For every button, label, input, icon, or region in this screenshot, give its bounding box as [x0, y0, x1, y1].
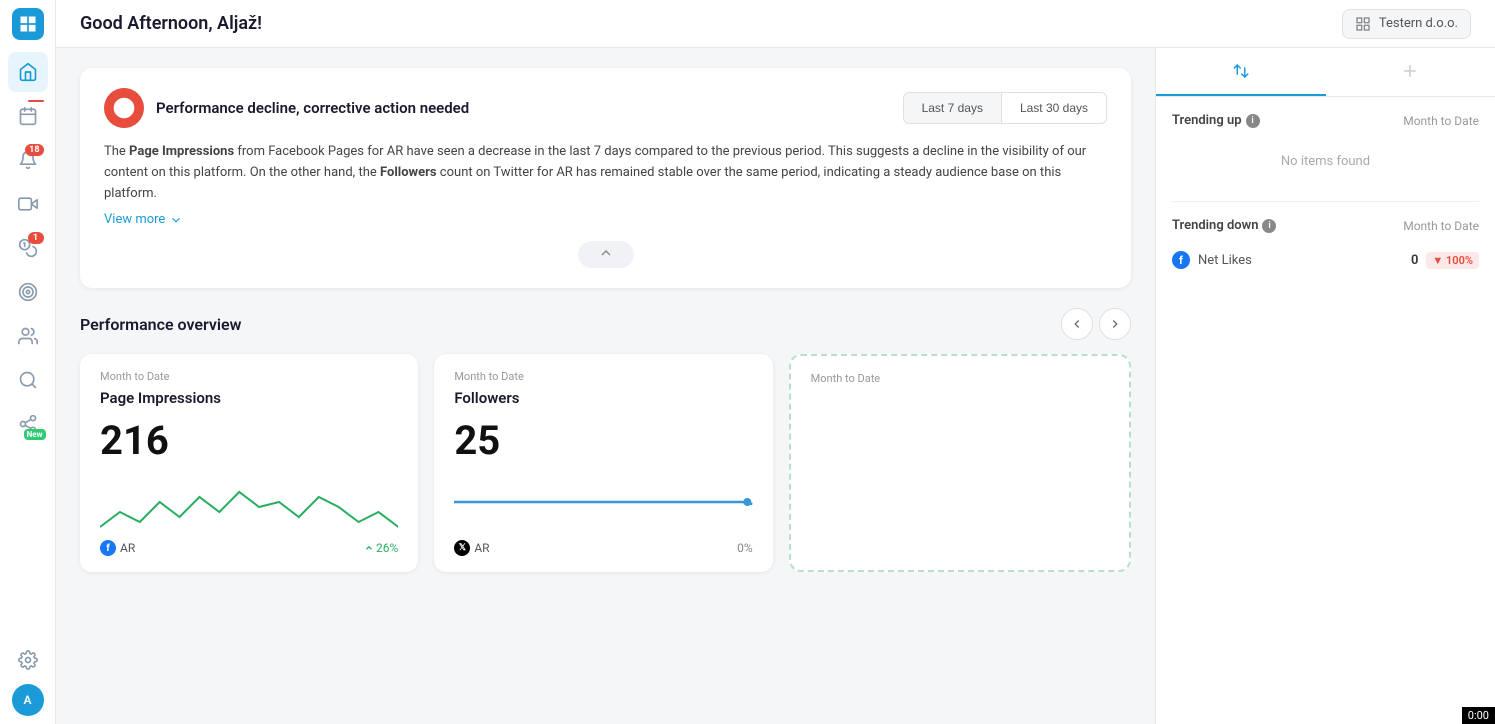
metric-label-placeholder: Month to Date — [811, 372, 1109, 385]
metric-footer-followers: 𝕏 AR 0% — [454, 540, 752, 556]
trending-down-title: Trending down i — [1172, 218, 1276, 233]
sidebar-item-goals[interactable] — [8, 272, 48, 312]
metric-cards: Month to Date Page Impressions 216 f AR — [80, 354, 1131, 572]
sidebar-item-coins[interactable]: 1 — [8, 228, 48, 268]
right-tab-plus[interactable] — [1326, 48, 1495, 96]
sidebar: 18 1 New — [0, 0, 56, 724]
social-new-badge: New — [24, 429, 46, 440]
sidebar-bottom: A — [8, 640, 48, 716]
user-avatar[interactable]: A — [12, 684, 44, 716]
calendar-badge — [28, 100, 44, 102]
alert-card: Performance decline, corrective action n… — [80, 68, 1131, 288]
alert-title-row: Performance decline, corrective action n… — [104, 88, 469, 128]
metric-title-impressions: Page Impressions — [100, 389, 398, 407]
notifications-badge: 18 — [25, 144, 43, 156]
page-body: Performance decline, corrective action n… — [56, 48, 1495, 724]
trending-up-info-icon[interactable]: i — [1246, 114, 1260, 128]
twitter-icon: 𝕏 — [454, 540, 470, 556]
platform-name-impressions: AR — [120, 541, 135, 555]
metric-card-placeholder: Month to Date — [789, 354, 1131, 572]
trending-up-date: Month to Date — [1403, 114, 1479, 128]
sidebar-item-calendar[interactable] — [8, 96, 48, 136]
tab-last-30-days[interactable]: Last 30 days — [1002, 92, 1107, 124]
trending-item-left: f Net Likes — [1172, 251, 1252, 269]
platform-name-followers: AR — [474, 541, 489, 555]
trending-down-info-icon[interactable]: i — [1262, 219, 1276, 233]
right-panel-tabs — [1156, 48, 1495, 97]
coins-badge: 1 — [28, 232, 44, 244]
alert-header: Performance decline, corrective action n… — [104, 88, 1107, 128]
trending-up-header: Trending up i Month to Date — [1172, 113, 1479, 128]
right-tab-trending[interactable] — [1156, 48, 1326, 96]
trending-item-value: 0 — [1411, 253, 1418, 268]
performance-section-header: Performance overview — [80, 308, 1131, 340]
growth-impressions: 26% — [364, 541, 398, 555]
right-panel: Trending up i Month to Date No items fou… — [1155, 48, 1495, 724]
trending-item-badge: ▼ 100% — [1426, 252, 1479, 269]
performance-title: Performance overview — [80, 315, 241, 334]
alert-tabs: Last 7 days Last 30 days — [903, 92, 1107, 124]
company-selector[interactable]: Testern d.o.o. — [1342, 9, 1471, 39]
trending-up-section: Trending up i Month to Date No items fou… — [1156, 97, 1495, 201]
trending-down-date: Month to Date — [1403, 219, 1479, 233]
nav-next-button[interactable] — [1099, 308, 1131, 340]
platform-tag-impressions: f AR — [100, 540, 135, 556]
metric-value-followers: 25 — [454, 417, 752, 464]
sidebar-item-search[interactable] — [8, 360, 48, 400]
sidebar-item-settings[interactable] — [8, 640, 48, 680]
app-logo[interactable] — [12, 8, 44, 40]
clock: 0:00 — [1462, 707, 1495, 724]
metric-label-followers: Month to Date — [454, 370, 752, 383]
main-content: Good Afternoon, Aljaž! Testern d.o.o. — [56, 0, 1495, 724]
trending-item-net-likes: f Net Likes 0 ▼ 100% — [1172, 243, 1479, 277]
sidebar-item-home[interactable] — [8, 52, 48, 92]
sidebar-item-social[interactable]: New — [8, 404, 48, 444]
metric-footer-impressions: f AR 26% — [100, 540, 398, 556]
metric-label-impressions: Month to Date — [100, 370, 398, 383]
metric-card-followers[interactable]: Month to Date Followers 25 𝕏 AR — [434, 354, 772, 572]
trending-item-label: Net Likes — [1198, 253, 1252, 268]
topbar: Good Afternoon, Aljaž! Testern d.o.o. — [56, 0, 1495, 48]
metric-card-page-impressions[interactable]: Month to Date Page Impressions 216 f AR — [80, 354, 418, 572]
alert-body: The Page Impressions from Facebook Pages… — [104, 142, 1107, 204]
sidebar-item-audience[interactable] — [8, 316, 48, 356]
nav-prev-button[interactable] — [1061, 308, 1093, 340]
metric-value-impressions: 216 — [100, 417, 398, 464]
alert-icon — [104, 88, 144, 128]
center-panel: Performance decline, corrective action n… — [56, 48, 1155, 724]
no-items-trending-up: No items found — [1172, 138, 1479, 185]
nav-arrows — [1061, 308, 1131, 340]
company-name: Testern d.o.o. — [1379, 16, 1458, 31]
alert-collapse-button[interactable] — [578, 241, 634, 268]
trending-up-title: Trending up i — [1172, 113, 1260, 128]
trending-facebook-icon: f — [1172, 251, 1190, 269]
trending-down-header: Trending down i Month to Date — [1172, 218, 1479, 233]
sidebar-item-notifications[interactable]: 18 — [8, 140, 48, 180]
alert-collapse-area — [104, 241, 1107, 268]
alert-title: Performance decline, corrective action n… — [156, 99, 469, 117]
platform-tag-followers: 𝕏 AR — [454, 540, 489, 556]
trending-down-section: Trending down i Month to Date f Net Like… — [1156, 202, 1495, 293]
metric-chart-followers — [454, 472, 752, 532]
sidebar-item-video[interactable] — [8, 184, 48, 224]
view-more-link[interactable]: View more — [104, 212, 183, 227]
metric-title-followers: Followers — [454, 389, 752, 407]
growth-followers: 0% — [737, 541, 753, 555]
tab-last-7-days[interactable]: Last 7 days — [903, 92, 1002, 124]
page-greeting: Good Afternoon, Aljaž! — [80, 13, 262, 34]
metric-chart-impressions — [100, 472, 398, 532]
facebook-icon: f — [100, 540, 116, 556]
